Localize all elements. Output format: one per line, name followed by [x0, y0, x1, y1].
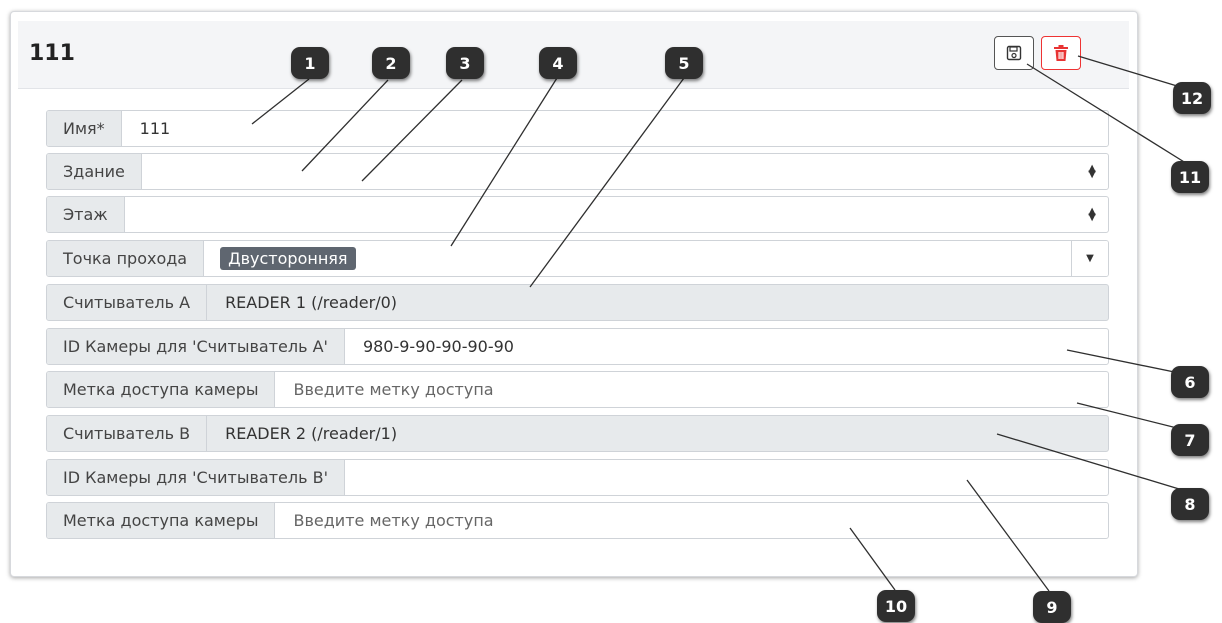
camera-access-tag-a-label: Метка доступа камеры: [47, 372, 276, 407]
reader-b-label: Считыватель B: [47, 416, 208, 451]
save-button[interactable]: [994, 36, 1034, 70]
passage-dropdown-button[interactable]: ▼: [1071, 241, 1108, 276]
building-label: Здание: [47, 154, 142, 189]
passage-point-label: Точка прохода: [47, 241, 205, 276]
building-select[interactable]: ▲ ▼: [142, 154, 1108, 189]
name-input[interactable]: 111: [122, 111, 1108, 146]
callout-9: 9: [1033, 591, 1071, 623]
name-label: Имя*: [47, 111, 122, 146]
callout-7: 7: [1171, 424, 1209, 456]
camera-access-tag-b-label: Метка доступа камеры: [47, 503, 276, 538]
card-title: 111: [29, 41, 75, 66]
camera-access-tag-a-input[interactable]: Введите метку доступа: [275, 372, 1108, 407]
reader-a-label: Считыватель A: [47, 285, 208, 320]
reader-b-value: READER 2 (/reader/1): [225, 424, 398, 443]
callout-11: 11: [1171, 161, 1209, 193]
callout-5: 5: [665, 47, 703, 79]
passage-type-tag: Двусторонняя: [220, 247, 356, 270]
camera-id-b-label: ID Камеры для 'Считыватель B': [47, 460, 345, 495]
callout-4: 4: [539, 47, 577, 79]
building-field-row: Здание ▲ ▼: [46, 153, 1109, 190]
callout-10: 10: [877, 590, 915, 622]
reader-a-row: Считыватель A READER 1 (/reader/0): [46, 284, 1109, 321]
camera-id-a-row: ID Камеры для 'Считыватель A' 980-9-90-9…: [46, 328, 1109, 365]
callout-8: 8: [1171, 488, 1209, 520]
camera-access-tag-b-input[interactable]: Введите метку доступа: [275, 503, 1108, 538]
callout-6: 6: [1171, 366, 1209, 398]
reader-a-value: READER 1 (/reader/0): [225, 293, 398, 312]
callout-1: 1: [291, 47, 329, 79]
floor-field-row: Этаж ▲ ▼: [46, 196, 1109, 233]
callout-2: 2: [372, 47, 410, 79]
trash-icon: [1054, 45, 1068, 61]
reader-b-row: Считыватель B READER 2 (/reader/1): [46, 415, 1109, 452]
callout-12: 12: [1173, 82, 1211, 114]
camera-access-tag-b-row: Метка доступа камеры Введите метку досту…: [46, 502, 1109, 539]
save-icon: [1006, 45, 1022, 61]
passage-point-field-row: Точка прохода Двусторонняя ▼: [46, 240, 1109, 277]
floor-select[interactable]: ▲ ▼: [125, 197, 1108, 232]
camera-id-a-label: ID Камеры для 'Считыватель A': [47, 329, 345, 364]
callout-3: 3: [446, 47, 484, 79]
camera-id-b-input[interactable]: [345, 460, 1108, 495]
name-field-row: Имя* 111: [46, 110, 1109, 147]
camera-id-a-input[interactable]: 980-9-90-90-90-90: [345, 329, 1108, 364]
caret-down-icon: ▼: [1086, 253, 1094, 264]
camera-access-tag-a-row: Метка доступа камеры Введите метку досту…: [46, 371, 1109, 408]
camera-id-b-row: ID Камеры для 'Считыватель B': [46, 459, 1109, 496]
passage-point-select[interactable]: Двусторонняя: [204, 241, 1071, 276]
select-arrows-icon: ▲ ▼: [1088, 162, 1096, 180]
select-arrows-icon: ▲ ▼: [1088, 205, 1096, 223]
delete-button[interactable]: [1041, 36, 1081, 70]
floor-label: Этаж: [47, 197, 125, 232]
